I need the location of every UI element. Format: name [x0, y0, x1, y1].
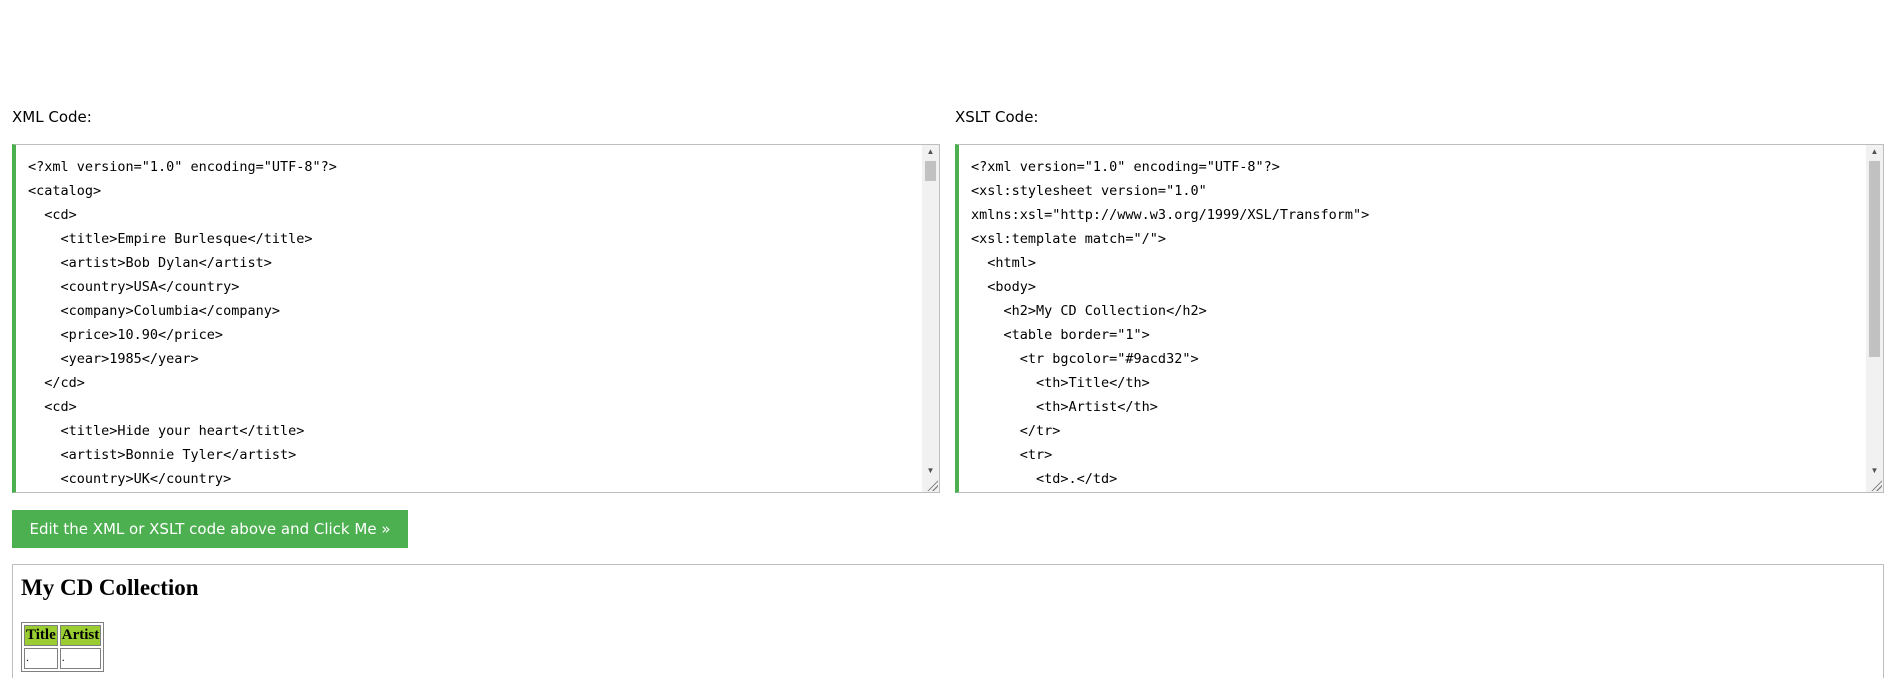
xml-scroll-thumb[interactable] [925, 161, 936, 181]
result-table: Title Artist . . [21, 622, 105, 672]
xslt-code-label: XSLT Code: [955, 108, 1039, 126]
run-transform-button[interactable]: Edit the XML or XSLT code above and Clic… [12, 510, 408, 548]
result-header-artist: Artist [59, 625, 102, 646]
xslt-scrollbar[interactable]: ▲ ▼ [1866, 145, 1883, 492]
xml-code-text[interactable]: <?xml version="1.0" encoding="UTF-8"?> <… [28, 155, 919, 491]
scroll-down-icon[interactable]: ▼ [1866, 464, 1883, 478]
xslt-code-editor[interactable]: <?xml version="1.0" encoding="UTF-8"?> <… [955, 144, 1884, 493]
xml-code-editor[interactable]: <?xml version="1.0" encoding="UTF-8"?> <… [12, 144, 940, 493]
result-table-header-row: Title Artist [24, 625, 102, 646]
resize-grip-icon[interactable] [926, 479, 938, 491]
table-row: . . [24, 648, 102, 669]
scroll-down-icon[interactable]: ▼ [922, 464, 939, 478]
scroll-up-icon[interactable]: ▲ [922, 145, 939, 159]
result-heading: My CD Collection [21, 575, 199, 600]
xslt-code-text[interactable]: <?xml version="1.0" encoding="UTF-8"?> <… [971, 155, 1863, 491]
result-output-frame: My CD Collection Title Artist . . [12, 564, 1884, 678]
result-header-title: Title [24, 625, 58, 646]
result-cell-title: . [24, 648, 58, 669]
xml-scrollbar[interactable]: ▲ ▼ [922, 145, 939, 492]
xslt-scroll-thumb[interactable] [1869, 161, 1880, 357]
scroll-up-icon[interactable]: ▲ [1866, 145, 1883, 159]
xml-code-label: XML Code: [12, 108, 92, 126]
resize-grip-icon[interactable] [1870, 479, 1882, 491]
result-cell-artist: . [59, 648, 102, 669]
page: XML Code: XSLT Code: <?xml version="1.0"… [0, 0, 1900, 678]
